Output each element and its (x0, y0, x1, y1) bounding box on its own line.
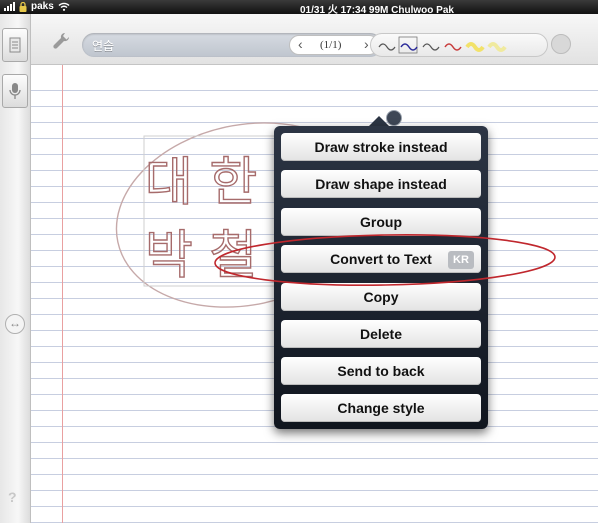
lock-icon (19, 1, 27, 12)
group-button[interactable]: Group (281, 208, 481, 236)
copy-button[interactable]: Copy (281, 283, 481, 311)
pen-strokes-icon (378, 36, 507, 54)
page-navigator: ‹ (1/1) › (289, 35, 379, 55)
draw-shape-instead-button[interactable]: Draw shape instead (281, 170, 481, 198)
note-title-bar[interactable]: 연습 ‹ (1/1) › (82, 33, 382, 57)
left-panel: ↔ ? (0, 14, 31, 523)
carrier-name: paks (31, 1, 54, 12)
wifi-icon (58, 2, 70, 11)
page-margin-line (62, 65, 63, 523)
chevron-left-icon[interactable]: ‹ (298, 36, 303, 52)
note-toolbar: 연습 ‹ (1/1) › (31, 14, 598, 65)
page-indicator: (1/1) (320, 39, 342, 51)
change-style-button[interactable]: Change style (281, 394, 481, 422)
microphone-button[interactable] (2, 74, 28, 108)
send-to-back-button[interactable]: Send to back (281, 357, 481, 385)
notebook-icon (9, 37, 21, 53)
signal-strength-icon (4, 2, 15, 11)
help-icon[interactable]: ? (8, 489, 17, 505)
microphone-icon (9, 83, 21, 99)
draw-stroke-instead-button[interactable]: Draw stroke instead (281, 133, 481, 161)
status-bar: paks 01/31 火 17:34 99M Chulwoo Pak (0, 0, 598, 16)
notebook-list-button[interactable] (2, 28, 28, 62)
language-badge[interactable]: KR (448, 251, 474, 269)
pen-selector[interactable] (370, 33, 548, 57)
color-palette-icon[interactable] (551, 34, 571, 54)
convert-to-text-button[interactable]: Convert to Text KR (281, 245, 481, 273)
expand-panel-icon[interactable]: ↔ (5, 314, 25, 334)
note-title: 연습 (92, 39, 115, 53)
delete-button[interactable]: Delete (281, 320, 481, 348)
wrench-icon[interactable] (51, 31, 71, 51)
close-icon[interactable] (386, 110, 402, 126)
context-menu: Draw stroke instead Draw shape instead G… (274, 126, 488, 429)
chevron-right-icon[interactable]: › (364, 36, 369, 52)
